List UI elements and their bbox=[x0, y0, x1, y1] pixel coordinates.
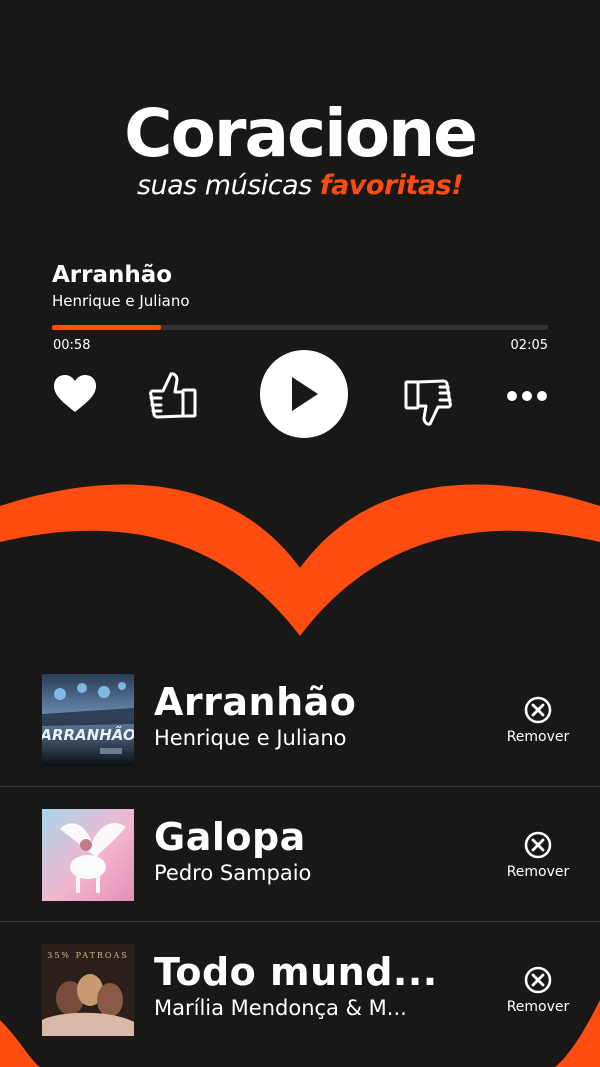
song-title: Arranhão bbox=[154, 680, 357, 724]
heart-icon bbox=[54, 375, 96, 412]
subtitle-accent: favoritas! bbox=[319, 170, 464, 201]
list-item[interactable]: ARRANHÃO Arranhão Henrique e Juliano Rem… bbox=[0, 652, 600, 786]
song-title: Todo mund... bbox=[154, 950, 438, 994]
remove-label: Remover bbox=[506, 864, 570, 880]
album-cover-text: 35% PATROAS bbox=[47, 951, 129, 960]
progress-bar[interactable] bbox=[52, 325, 548, 330]
remove-label: Remover bbox=[506, 729, 570, 745]
close-circle-icon bbox=[524, 831, 552, 859]
album-cover: ARRANHÃO bbox=[42, 674, 134, 766]
app-screen: Coracione suas músicas favoritas! Arranh… bbox=[0, 0, 600, 1067]
time-total: 02:05 bbox=[510, 338, 548, 353]
song-title: Galopa bbox=[154, 815, 306, 859]
favorite-button[interactable] bbox=[52, 372, 98, 418]
remove-button[interactable]: Remover bbox=[500, 696, 576, 745]
time-current: 00:58 bbox=[53, 338, 91, 353]
play-button[interactable] bbox=[260, 350, 348, 438]
heart-wave-decoration bbox=[0, 484, 600, 636]
album-cover-art: ARRANHÃO bbox=[42, 674, 134, 766]
album-cover-art bbox=[42, 809, 134, 901]
remove-button[interactable]: Remover bbox=[500, 831, 576, 880]
close-circle-icon bbox=[524, 696, 552, 724]
list-item[interactable]: Galopa Pedro Sampaio Remover bbox=[0, 787, 600, 921]
more-options-button[interactable] bbox=[505, 384, 549, 408]
progress-fill bbox=[52, 325, 162, 330]
album-cover-text: ARRANHÃO bbox=[42, 725, 134, 744]
subtitle-prefix: suas músicas bbox=[136, 170, 320, 201]
song-artist: Henrique e Juliano bbox=[154, 726, 347, 750]
album-cover bbox=[42, 809, 134, 901]
now-playing-title: Arranhão bbox=[52, 262, 173, 288]
more-icon bbox=[507, 391, 547, 401]
play-icon bbox=[292, 377, 318, 411]
dislike-button[interactable] bbox=[402, 376, 454, 428]
now-playing-artist: Henrique e Juliano bbox=[52, 292, 190, 310]
close-circle-icon bbox=[524, 966, 552, 994]
thumbs-up-icon bbox=[149, 372, 197, 419]
page-title: Coracione bbox=[124, 95, 478, 172]
page-subtitle: suas músicas favoritas! bbox=[0, 170, 600, 201]
like-button[interactable] bbox=[147, 370, 199, 422]
song-artist: Pedro Sampaio bbox=[154, 861, 312, 885]
thumbs-down-icon bbox=[404, 379, 452, 426]
bottom-wave-decoration bbox=[0, 1000, 600, 1067]
